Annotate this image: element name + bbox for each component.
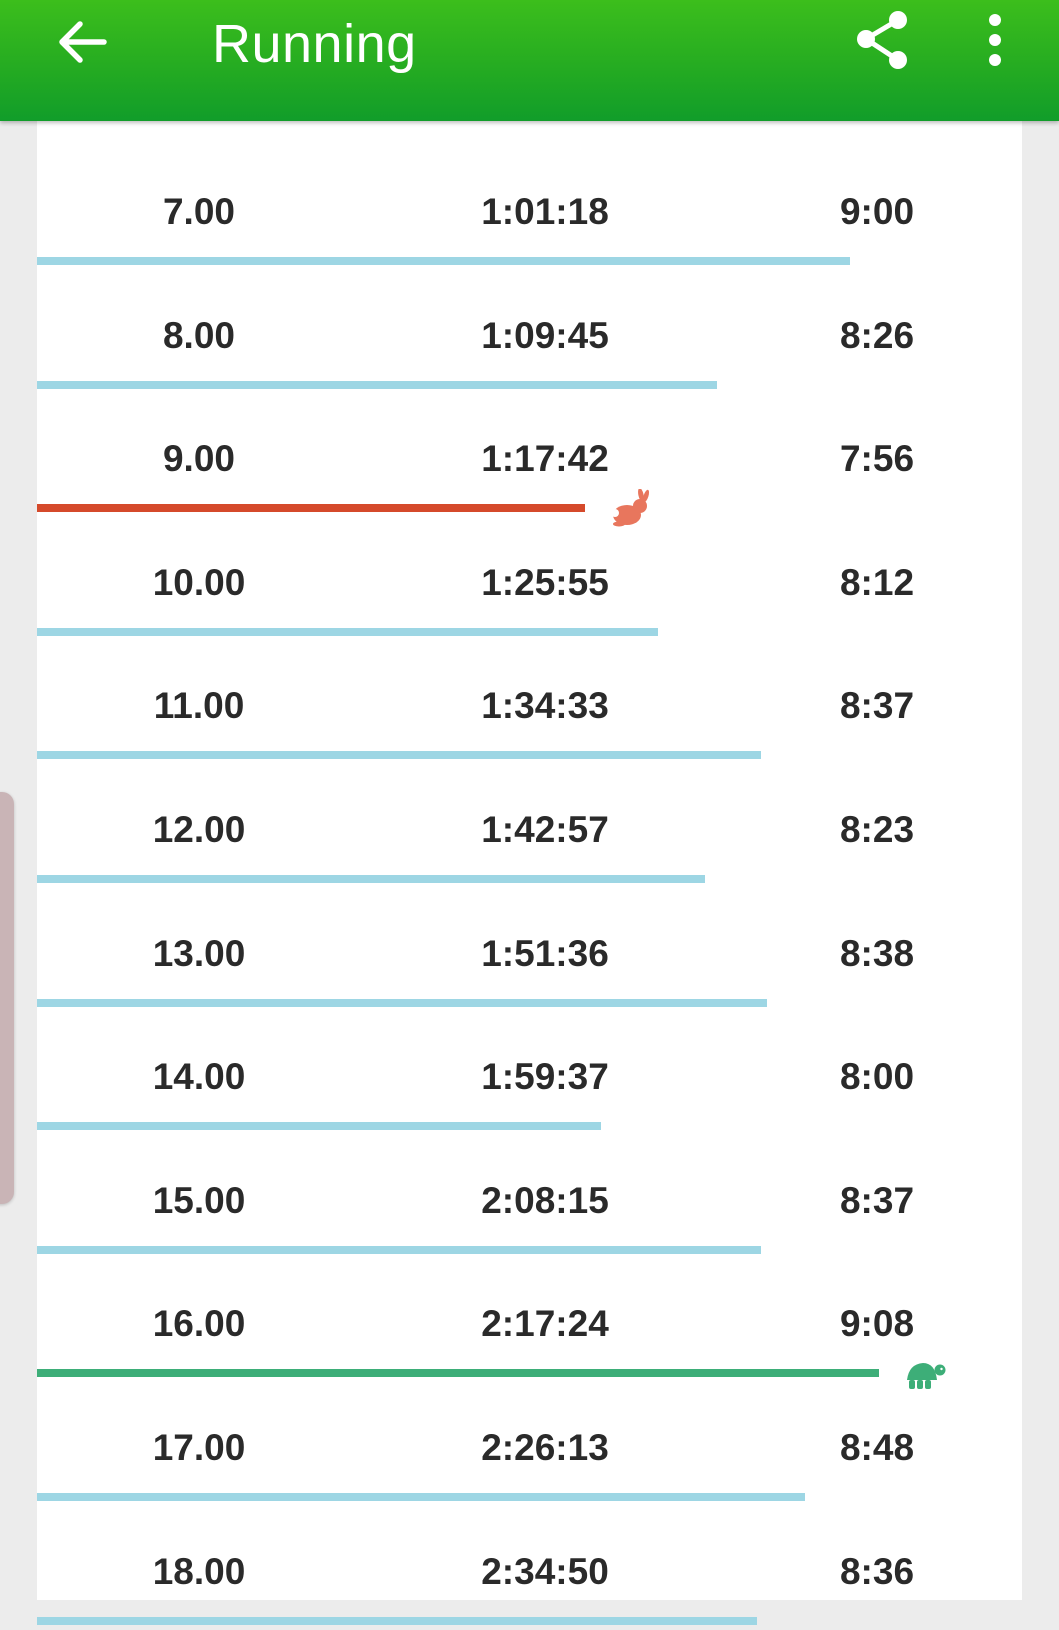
split-distance: 10.00 xyxy=(152,561,246,603)
split-pace: 9:00 xyxy=(839,191,915,232)
split-elapsed-time: 2:08:15 xyxy=(481,1179,609,1221)
pace-bar-fastest xyxy=(37,504,585,513)
split-row: 13.00 1:51:36 8:38 xyxy=(37,888,1022,1012)
split-row: 14.00 1:59:37 8:00 xyxy=(37,1011,1022,1135)
split-distance: 12.00 xyxy=(152,809,246,850)
split-distance: 17.00 xyxy=(152,1427,246,1468)
split-pace: 8:37 xyxy=(839,685,915,727)
split-row: 7.00 1:01:18 9:00 xyxy=(37,146,1022,270)
pace-bar xyxy=(37,751,761,760)
split-distance: 18.00 xyxy=(152,1550,246,1592)
split-distance: 8.00 xyxy=(162,314,235,356)
split-elapsed-time: 1:51:36 xyxy=(481,932,609,974)
split-distance: 11.00 xyxy=(153,685,245,727)
split-row: 12.00 1:42:57 8:23 xyxy=(37,764,1022,888)
split-row: 15.00 2:08:15 8:37 xyxy=(37,1135,1022,1259)
split-distance: 13.00 xyxy=(152,932,246,974)
split-pace: 8:37 xyxy=(839,1179,915,1221)
pace-bar xyxy=(37,380,717,389)
split-pace: 8:12 xyxy=(839,561,915,603)
split-pace: 8:48 xyxy=(839,1427,915,1468)
split-pace: 8:36 xyxy=(839,1550,915,1592)
share-icon[interactable] xyxy=(852,8,916,72)
split-distance: 16.00 xyxy=(152,1303,246,1345)
back-arrow-icon[interactable] xyxy=(52,12,112,72)
split-row: 18.00 2:34:50 8:36 xyxy=(37,1506,1022,1630)
split-row: 10.00 1:25:55 8:12 xyxy=(37,517,1022,641)
split-elapsed-time: 1:09:45 xyxy=(481,314,609,356)
split-elapsed-time: 1:01:18 xyxy=(481,191,609,232)
pace-bar xyxy=(37,875,705,883)
split-pace: 8:26 xyxy=(839,314,915,356)
split-row: 8.00 1:09:45 8:26 xyxy=(37,270,1022,394)
pace-bar xyxy=(37,1245,761,1254)
split-elapsed-time: 2:17:24 xyxy=(481,1303,609,1345)
split-elapsed-time: 1:17:42 xyxy=(481,438,609,480)
page-title: Running xyxy=(212,14,417,74)
edge-drawer-handle[interactable] xyxy=(0,792,14,1204)
pace-bar xyxy=(37,1616,757,1625)
split-distance: 15.00 xyxy=(152,1179,246,1221)
split-pace: 8:38 xyxy=(839,932,915,974)
split-elapsed-time: 2:26:13 xyxy=(481,1427,609,1468)
split-distance: 9.00 xyxy=(162,438,235,480)
app-bar: Running xyxy=(0,0,1059,121)
pace-bar xyxy=(37,257,850,265)
split-pace: 8:00 xyxy=(839,1056,915,1098)
pace-bar xyxy=(37,1493,805,1501)
split-pace: 8:23 xyxy=(839,809,915,850)
pace-bar xyxy=(37,1122,601,1131)
split-pace: 9:08 xyxy=(839,1303,915,1345)
pace-bar-slowest xyxy=(37,1369,879,1378)
split-distance: 14.00 xyxy=(152,1056,246,1098)
split-pace: 7:56 xyxy=(839,438,915,480)
split-row: 16.00 2:17:24 9:08 xyxy=(37,1258,1022,1390)
split-elapsed-time: 1:42:57 xyxy=(481,809,609,850)
split-row: 17.00 2:26:13 8:48 xyxy=(37,1382,1022,1506)
splits-list: 7.00 1:01:18 9:00 8.00 1:09:45 8:26 9.00 1:17:4… xyxy=(37,121,1022,1625)
split-elapsed-time: 1:59:37 xyxy=(481,1056,609,1098)
split-row: 11.00 1:34:33 8:37 xyxy=(37,640,1022,764)
pace-bar xyxy=(37,627,658,636)
split-row: 9.00 1:17:42 7:56 xyxy=(37,393,1022,527)
split-elapsed-time: 2:34:50 xyxy=(481,1550,609,1592)
split-elapsed-time: 1:25:55 xyxy=(481,561,609,603)
more-vert-icon[interactable] xyxy=(968,10,1022,70)
split-elapsed-time: 1:34:33 xyxy=(481,685,609,727)
split-distance: 7.00 xyxy=(162,191,235,232)
pace-bar xyxy=(37,998,767,1007)
